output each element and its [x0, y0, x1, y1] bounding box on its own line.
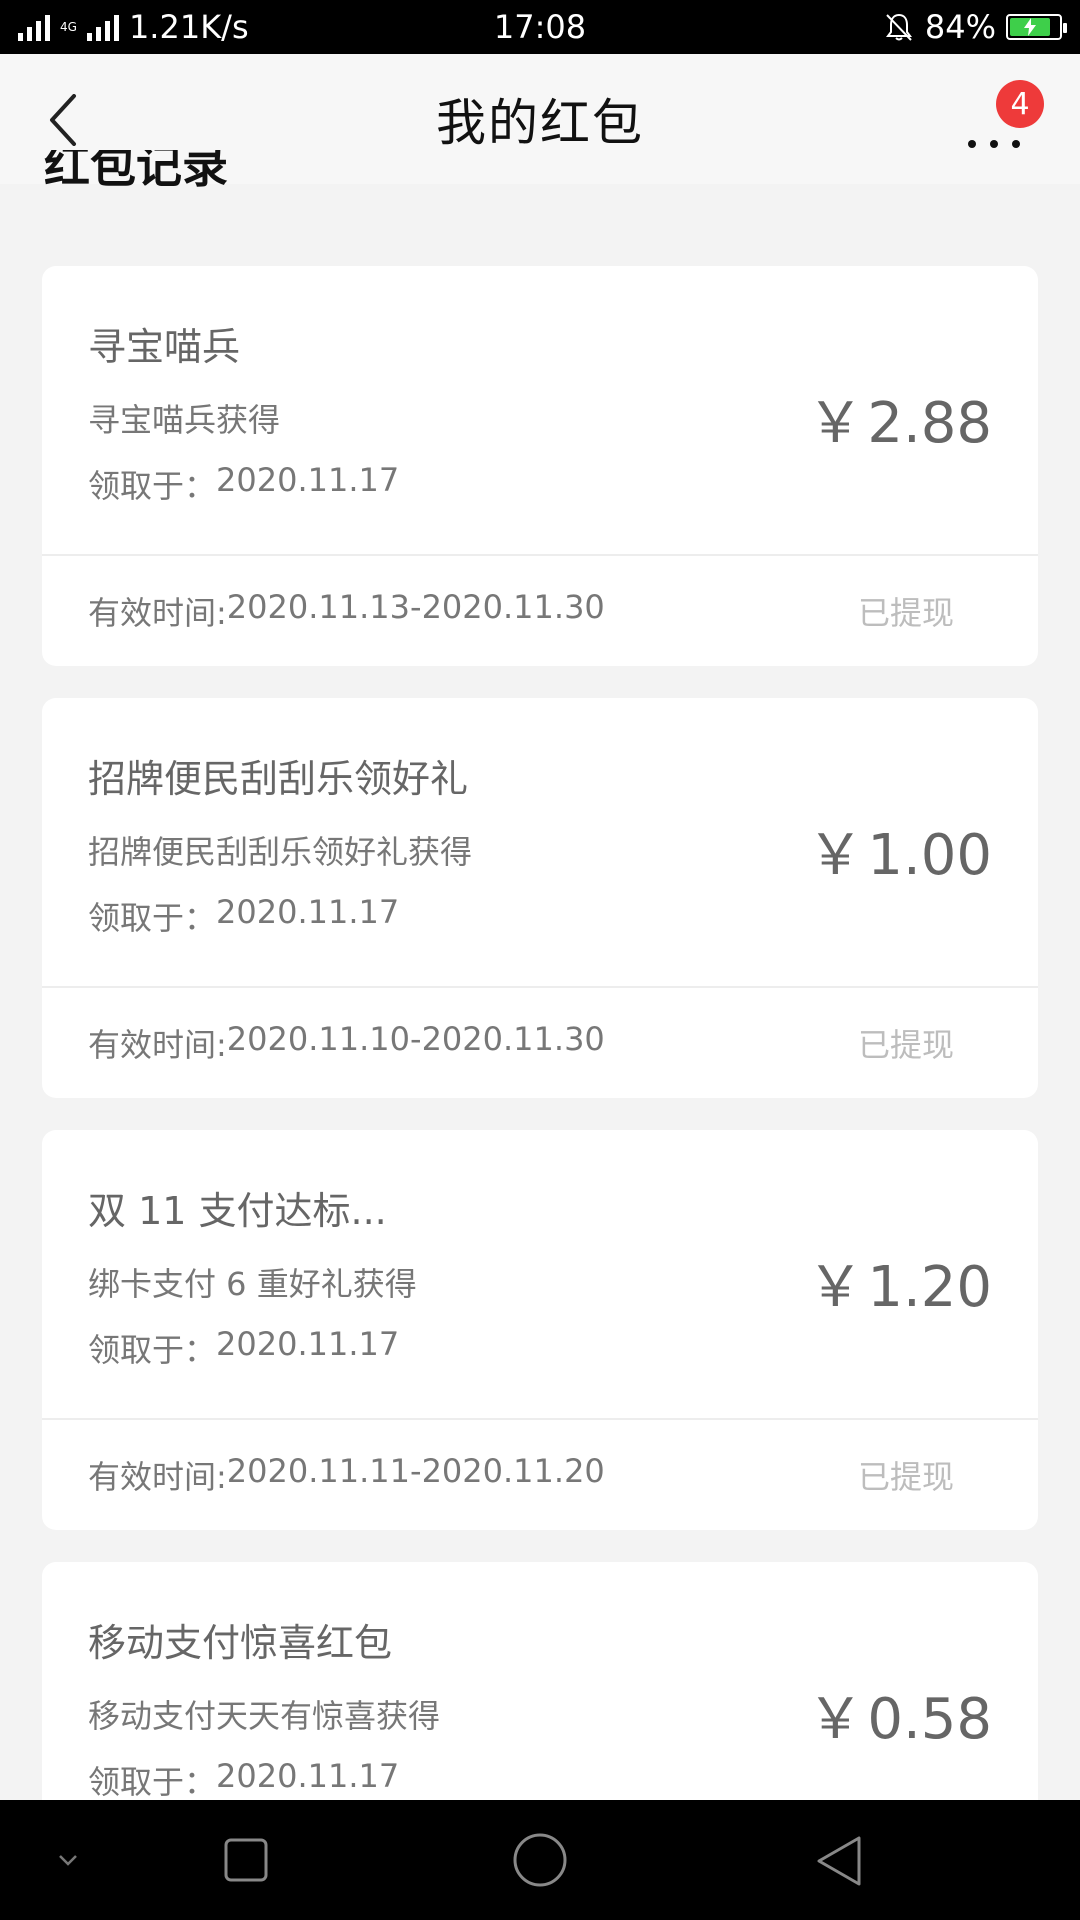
card-validity: 有效时间: 2020.11.11-2020.11.20 [88, 1452, 605, 1498]
amount-value: 2.88 [867, 391, 992, 456]
nav-back-button[interactable] [814, 1834, 864, 1888]
status-left: 4G 1.21K/s [18, 8, 249, 46]
battery-fill [1010, 18, 1051, 36]
currency-symbol: ￥ [807, 391, 864, 456]
received-label: 领取于： [88, 467, 217, 505]
amount-value: 1.00 [867, 823, 992, 888]
currency-symbol: ￥ [807, 1255, 864, 1320]
validity-label: 有效时间: [88, 1026, 227, 1064]
chevron-down-icon [59, 1855, 77, 1866]
card-name: 招牌便民刮刮乐领好礼 [88, 757, 469, 801]
amount-value: 0.58 [867, 1687, 992, 1752]
card-amount: ￥ 1.20 [807, 1242, 992, 1323]
status-label: 已提现 [857, 1458, 954, 1496]
page-title: 我的红包 [436, 94, 644, 152]
card-received: 领取于： 2020.11.17 [88, 1757, 1038, 1803]
received-date: 2020.11.17 [216, 893, 400, 931]
validity-label: 有效时间: [88, 594, 227, 632]
notification-badge: 4 [996, 80, 1044, 128]
card-received: 领取于： 2020.11.17 [88, 1325, 1038, 1371]
section-title-text: 红包记录 [44, 150, 228, 193]
red-packet-card[interactable]: 寻宝喵兵 寻宝喵兵获得 领取于： 2020.11.17 ￥ 2.88 有效时间: 20… [42, 266, 1038, 666]
validity-label: 有效时间: [88, 1458, 227, 1496]
card-received: 领取于： 2020.11.17 [88, 461, 1038, 507]
more-icon [968, 140, 1020, 148]
card-amount: ￥ 1.00 [807, 810, 992, 891]
more-button[interactable]: 4 [968, 80, 1044, 154]
system-nav-bar [0, 1800, 1080, 1920]
card-amount: ￥ 0.58 [807, 1674, 992, 1755]
validity-range: 2020.11.13-2020.11.30 [226, 588, 605, 626]
nav-collapse-button[interactable] [50, 1844, 86, 1876]
card-amount: ￥ 2.88 [807, 378, 992, 459]
battery-icon [1006, 14, 1067, 40]
currency-symbol: ￥ [807, 1687, 864, 1752]
red-packet-card[interactable]: 双 11 支付达标... 绑卡支付 6 重好礼获得 领取于： 2020.11.17… [42, 1130, 1038, 1530]
network-type: 4G [60, 21, 77, 33]
clock: 17:08 [493, 8, 587, 46]
status-label: 已提现 [857, 1026, 954, 1064]
circle-icon [513, 1833, 567, 1887]
signal-icon-2 [86, 13, 119, 41]
section-title: 红包记录 [44, 150, 228, 206]
card-validity: 有效时间: 2020.11.13-2020.11.30 [88, 588, 605, 634]
received-date: 2020.11.17 [216, 1325, 400, 1363]
card-name: 寻宝喵兵 [88, 325, 241, 369]
received-date: 2020.11.17 [216, 1757, 400, 1795]
back-button[interactable] [48, 90, 98, 150]
status-label: 已提现 [857, 594, 954, 632]
red-packet-list: 寻宝喵兵 寻宝喵兵获得 领取于： 2020.11.17 ￥ 2.88 有效时间: 20… [42, 266, 1038, 1882]
signal-icon [18, 13, 50, 41]
card-received: 领取于： 2020.11.17 [88, 893, 1038, 939]
network-type-label: 4G [60, 20, 77, 34]
received-date: 2020.11.17 [216, 461, 400, 499]
nav-home-button[interactable] [512, 1832, 568, 1888]
nav-recents-button[interactable] [222, 1836, 270, 1884]
square-icon [224, 1838, 268, 1882]
red-packet-card[interactable]: 招牌便民刮刮乐领好礼 招牌便民刮刮乐领好礼获得 领取于： 2020.11.17 ￥… [42, 698, 1038, 1098]
status-bar: 4G 1.21K/s 17:08 84% [0, 0, 1080, 54]
bell-muted-icon [885, 13, 912, 41]
status-right: 84% [883, 8, 1067, 46]
triangle-back-icon [817, 1836, 861, 1886]
charging-icon [1024, 18, 1037, 36]
battery-percent: 84% [924, 8, 996, 46]
validity-range: 2020.11.10-2020.11.30 [226, 1020, 605, 1058]
network-speed: 1.21K/s [128, 8, 249, 46]
received-label: 领取于： [88, 899, 217, 937]
card-name: 双 11 支付达标... [88, 1189, 387, 1233]
validity-range: 2020.11.11-2020.11.20 [226, 1452, 605, 1490]
amount-value: 1.20 [867, 1255, 992, 1320]
card-name: 移动支付惊喜红包 [88, 1621, 393, 1665]
card-validity: 有效时间: 2020.11.10-2020.11.30 [88, 1020, 605, 1066]
chevron-left-icon [50, 94, 76, 146]
received-label: 领取于： [88, 1331, 217, 1369]
received-label: 领取于： [88, 1763, 217, 1801]
currency-symbol: ￥ [807, 823, 864, 888]
